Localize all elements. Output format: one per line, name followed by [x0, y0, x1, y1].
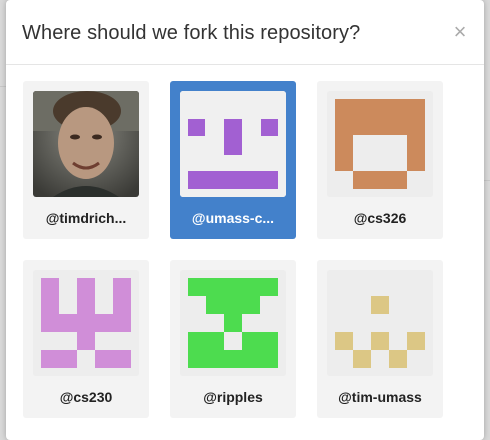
avatar	[33, 270, 139, 376]
fork-target-card[interactable]: @cs230	[23, 260, 149, 418]
account-name: @tim-umass	[338, 389, 422, 405]
identicon-icon	[327, 91, 433, 197]
account-name: @timdrich...	[45, 210, 127, 226]
account-grid: @timdrich... @umass-c... @cs326 @cs230 @…	[6, 0, 484, 440]
identicon-icon	[180, 270, 286, 376]
fork-target-card[interactable]: @umass-c...	[170, 81, 296, 239]
account-name: @ripples	[203, 389, 263, 405]
account-name: @cs230	[59, 389, 113, 405]
account-name: @cs326	[353, 210, 407, 226]
identicon-icon	[180, 91, 286, 197]
fork-target-card[interactable]: @tim-umass	[317, 260, 443, 418]
account-name: @umass-c...	[191, 210, 275, 226]
avatar	[327, 91, 433, 197]
avatar	[33, 91, 139, 197]
fork-target-card[interactable]: @ripples	[170, 260, 296, 418]
avatar	[327, 270, 433, 376]
identicon-icon	[33, 270, 139, 376]
photo-avatar-icon	[33, 91, 139, 197]
fork-target-card[interactable]: @timdrich...	[23, 81, 149, 239]
fork-target-card[interactable]: @cs326	[317, 81, 443, 239]
fork-dialog: Where should we fork this repository? ×	[6, 0, 484, 440]
identicon-icon	[327, 270, 433, 376]
backdrop-divider	[484, 180, 490, 181]
avatar	[180, 270, 286, 376]
avatar	[180, 91, 286, 197]
